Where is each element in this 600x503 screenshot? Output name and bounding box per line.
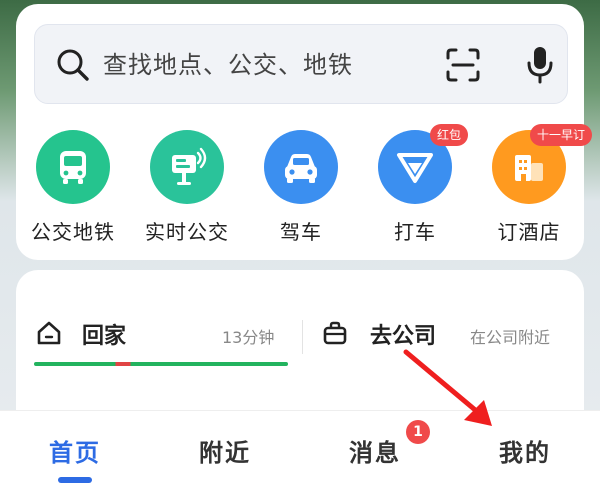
- top-card: 查找地点、公交、地铁 公交地铁 实时公交 驾车 红包 打车 十一早订 订酒店: [16, 4, 593, 260]
- quick-action-label: 驾车: [280, 220, 322, 244]
- bus-stop-screen-icon: [150, 130, 224, 204]
- quick-action-label: 实时公交: [145, 220, 229, 244]
- annotation-arrow-icon: [403, 349, 492, 426]
- search-icon: [57, 49, 89, 81]
- go-home-button[interactable]: 回家: [82, 318, 126, 350]
- red-packet-badge: 红包: [430, 124, 469, 146]
- home-icon: [37, 321, 61, 345]
- search-input[interactable]: 查找地点、公交、地铁: [103, 49, 353, 81]
- home-travel-time: 13分钟: [222, 328, 275, 347]
- quick-action-realtime-bus[interactable]: 实时公交: [130, 130, 244, 250]
- nav-tab-nearby[interactable]: 附近: [150, 433, 300, 468]
- quick-action-label: 打车: [394, 220, 436, 244]
- commute-divider: [302, 320, 303, 354]
- car-icon: [264, 130, 338, 204]
- company-status: 在公司附近: [470, 328, 551, 347]
- nav-tab-home[interactable]: 首页: [0, 433, 150, 468]
- briefcase-icon: [323, 321, 347, 345]
- scan-icon[interactable]: [445, 47, 481, 83]
- early-booking-badge: 十一早订: [530, 124, 593, 146]
- quick-action-drive[interactable]: 驾车: [244, 130, 358, 250]
- quick-action-hotel[interactable]: 十一早订 订酒店: [472, 124, 593, 250]
- bus-icon: [36, 130, 110, 204]
- quick-action-label: 公交地铁: [31, 220, 115, 244]
- microphone-icon[interactable]: [525, 45, 555, 85]
- quick-action-label: 订酒店: [497, 220, 561, 244]
- search-bar[interactable]: 查找地点、公交、地铁: [34, 24, 568, 104]
- nav-active-indicator: [58, 477, 92, 483]
- quick-action-taxi[interactable]: 红包 打车: [358, 124, 472, 250]
- home-route-traffic-bar: [34, 362, 288, 366]
- quick-actions: 公交地铁 实时公交 驾车 红包 打车 十一早订 订酒店: [16, 124, 593, 250]
- quick-action-bus-metro[interactable]: 公交地铁: [16, 130, 130, 250]
- nav-tab-profile[interactable]: 我的: [450, 433, 600, 468]
- bottom-nav: 首页 附近 消息 我的: [0, 410, 600, 503]
